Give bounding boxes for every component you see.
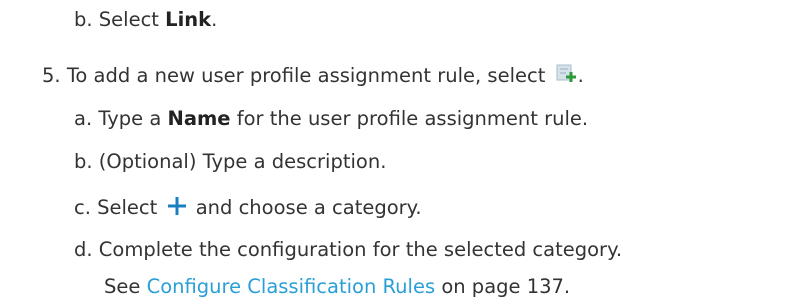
step-text: To add a new user profile assignment rul… bbox=[66, 64, 546, 87]
step-5a: a. Type a Name for the user profile assi… bbox=[74, 107, 588, 131]
reference-prefix: See bbox=[104, 275, 147, 298]
step-4b: b. Select Link. bbox=[74, 8, 217, 32]
ui-term-name: Name bbox=[167, 107, 231, 130]
step-marker: 5. bbox=[42, 64, 61, 87]
step-5d: d. Complete the configuration for the se… bbox=[74, 238, 622, 262]
substep-marker: c. bbox=[74, 196, 91, 219]
substep-text-prefix: Select bbox=[97, 196, 158, 219]
step-text-prefix: Select bbox=[98, 8, 166, 31]
step-5c: c. Select and choose a category. bbox=[74, 195, 422, 220]
reference-suffix: on page 137. bbox=[435, 275, 571, 298]
ui-term-link: Link bbox=[165, 8, 212, 31]
step-5: 5. To add a new user profile assignment … bbox=[42, 64, 584, 88]
add-rule-icon bbox=[556, 64, 578, 84]
step-text-suffix: . bbox=[577, 64, 584, 87]
substep-marker: a. bbox=[74, 107, 93, 130]
substep-text: Complete the configuration for the selec… bbox=[98, 238, 623, 261]
substep-text-prefix: Type a bbox=[98, 107, 168, 130]
configure-classification-rules-link[interactable]: Configure Classification Rules bbox=[147, 275, 436, 298]
step-5d-reference: See Configure Classification Rules on pa… bbox=[104, 275, 570, 299]
substep-text: (Optional) Type a description. bbox=[98, 150, 387, 173]
step-text-suffix: . bbox=[211, 8, 218, 31]
substep-text-suffix: and choose a category. bbox=[195, 196, 422, 219]
step-marker: b. bbox=[74, 8, 93, 31]
substep-marker: d. bbox=[74, 238, 93, 261]
plus-icon bbox=[166, 195, 188, 217]
substep-text-suffix: for the user profile assignment rule. bbox=[230, 107, 589, 130]
substep-marker: b. bbox=[74, 150, 93, 173]
step-5b: b. (Optional) Type a description. bbox=[74, 150, 386, 174]
